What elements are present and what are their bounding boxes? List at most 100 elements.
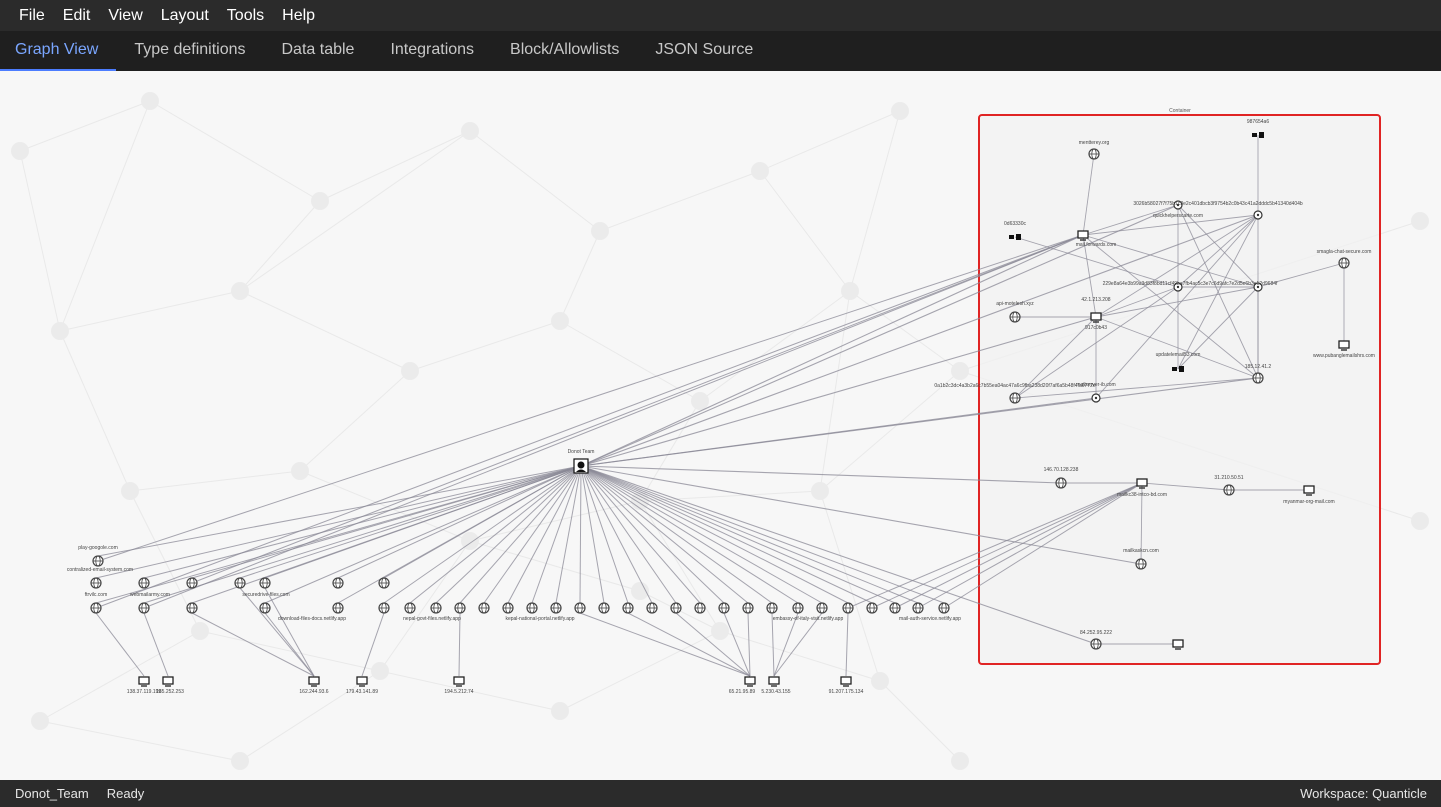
tab-type-definitions[interactable]: Type definitions: [116, 31, 263, 71]
domain-globe-icon[interactable]: [1055, 477, 1067, 489]
background-node: [121, 482, 139, 500]
domain-globe-icon[interactable]: [430, 602, 442, 614]
domain-globe-icon[interactable]: [550, 602, 562, 614]
ip-server-icon[interactable]: [453, 676, 465, 687]
ip-server-icon[interactable]: [768, 676, 780, 687]
graph-edge: [675, 612, 751, 677]
domain-globe-icon[interactable]: [912, 602, 924, 614]
domain-globe-icon[interactable]: [378, 577, 390, 589]
domain-globe-icon[interactable]: [842, 602, 854, 614]
domain-globe-icon[interactable]: [259, 602, 271, 614]
lower-node-label: webmailarmy.com: [130, 592, 170, 598]
domain-globe-icon[interactable]: [1009, 392, 1021, 404]
domain-globe-icon[interactable]: [454, 602, 466, 614]
ip-server-icon[interactable]: [162, 676, 174, 687]
menu-view[interactable]: View: [99, 0, 151, 31]
tab-graph-view[interactable]: Graph View: [0, 31, 117, 71]
ip-server-icon[interactable]: [1077, 230, 1089, 241]
graph-edge: [771, 612, 775, 677]
domain-globe-icon[interactable]: [1009, 311, 1021, 323]
domain-globe-icon[interactable]: [766, 602, 778, 614]
domain-globe-icon[interactable]: [90, 577, 102, 589]
background-edge: [19, 100, 151, 152]
menu-tools[interactable]: Tools: [218, 0, 273, 31]
domain-globe-icon[interactable]: [1090, 638, 1102, 650]
domain-globe-icon[interactable]: [866, 602, 878, 614]
domain-globe-icon[interactable]: [404, 602, 416, 614]
domain-globe-icon[interactable]: [92, 555, 104, 567]
domain-globe-icon[interactable]: [259, 577, 271, 589]
ip-server-icon[interactable]: [1338, 340, 1350, 351]
domain-globe-icon[interactable]: [90, 602, 102, 614]
background-node: [551, 312, 569, 330]
ip-server-icon[interactable]: [1303, 485, 1315, 496]
domain-globe-icon[interactable]: [332, 577, 344, 589]
graph-edge: [95, 465, 582, 579]
background-edge: [239, 200, 321, 292]
menu-help[interactable]: Help: [273, 0, 324, 31]
background-node: [401, 362, 419, 380]
ip-server-icon[interactable]: [840, 676, 852, 687]
menu-layout[interactable]: Layout: [152, 0, 218, 31]
tab-integrations[interactable]: Integrations: [372, 31, 492, 71]
domain-globe-icon[interactable]: [234, 577, 246, 589]
domain-globe-icon[interactable]: [718, 602, 730, 614]
domain-globe-icon[interactable]: [792, 602, 804, 614]
malware-biohazard-icon[interactable]: [1253, 210, 1263, 220]
background-edge: [559, 320, 701, 402]
ip-server-icon[interactable]: [308, 676, 320, 687]
domain-globe-icon[interactable]: [186, 602, 198, 614]
domain-globe-icon[interactable]: [378, 602, 390, 614]
menu-edit[interactable]: Edit: [54, 0, 100, 31]
graph-edge: [747, 612, 751, 677]
domain-globe-icon[interactable]: [816, 602, 828, 614]
domain-globe-icon[interactable]: [1088, 148, 1100, 160]
domain-globe-icon[interactable]: [646, 602, 658, 614]
domain-globe-icon[interactable]: [938, 602, 950, 614]
domain-globe-icon[interactable]: [1252, 372, 1264, 384]
container-node-label: 229e8a64e3b99a3d83f8bd11cf49ba7fb4ac5c3e…: [1103, 281, 1278, 287]
lower-node-label: 162.244.93.6: [299, 689, 328, 695]
tab-json-source[interactable]: JSON Source: [637, 31, 771, 71]
menu-bar: File Edit View Layout Tools Help: [0, 0, 1441, 31]
background-edge: [59, 290, 241, 332]
graph-canvas[interactable]: Container Donot Team play-googole.com cont…: [0, 71, 1441, 780]
ip-server-icon[interactable]: [1136, 478, 1148, 489]
domain-globe-icon[interactable]: [1338, 257, 1350, 269]
tab-block-allowlists[interactable]: Block/Allowlists: [492, 31, 637, 71]
domain-globe-icon[interactable]: [670, 602, 682, 614]
ip-server-icon[interactable]: [744, 676, 756, 687]
threat-actor-icon[interactable]: [573, 458, 589, 474]
background-node: [291, 462, 309, 480]
domain-globe-icon[interactable]: [742, 602, 754, 614]
domain-globe-icon[interactable]: [574, 602, 586, 614]
status-graph-name: Donot_Team: [15, 786, 89, 801]
domain-globe-icon[interactable]: [598, 602, 610, 614]
domain-globe-icon[interactable]: [332, 602, 344, 614]
domain-globe-icon[interactable]: [1223, 484, 1235, 496]
ip-server-icon[interactable]: [138, 676, 150, 687]
domain-globe-icon[interactable]: [694, 602, 706, 614]
domain-globe-icon[interactable]: [478, 602, 490, 614]
domain-globe-icon[interactable]: [502, 602, 514, 614]
background-node: [11, 142, 29, 160]
lower-node-label: embassy-of-italy-visit.netlify.app: [773, 616, 844, 622]
domain-globe-icon[interactable]: [622, 602, 634, 614]
tab-data-table[interactable]: Data table: [264, 31, 373, 71]
ip-server-icon[interactable]: [1090, 312, 1102, 323]
domain-globe-icon[interactable]: [1135, 558, 1147, 570]
background-edge: [59, 330, 131, 492]
lower-node-label: play-googole.com: [78, 545, 117, 551]
graph-svg[interactable]: Container Donot Team play-googole.com cont…: [0, 71, 1441, 780]
domain-globe-icon[interactable]: [138, 602, 150, 614]
domain-globe-icon[interactable]: [889, 602, 901, 614]
container-box[interactable]: [978, 114, 1381, 665]
graph-edge: [723, 612, 751, 677]
menu-file[interactable]: File: [10, 0, 54, 31]
background-edge: [299, 370, 411, 472]
domain-globe-icon[interactable]: [138, 577, 150, 589]
domain-globe-icon[interactable]: [526, 602, 538, 614]
background-edge: [469, 130, 601, 232]
malware-biohazard-icon[interactable]: [1091, 393, 1101, 403]
domain-globe-icon[interactable]: [186, 577, 198, 589]
